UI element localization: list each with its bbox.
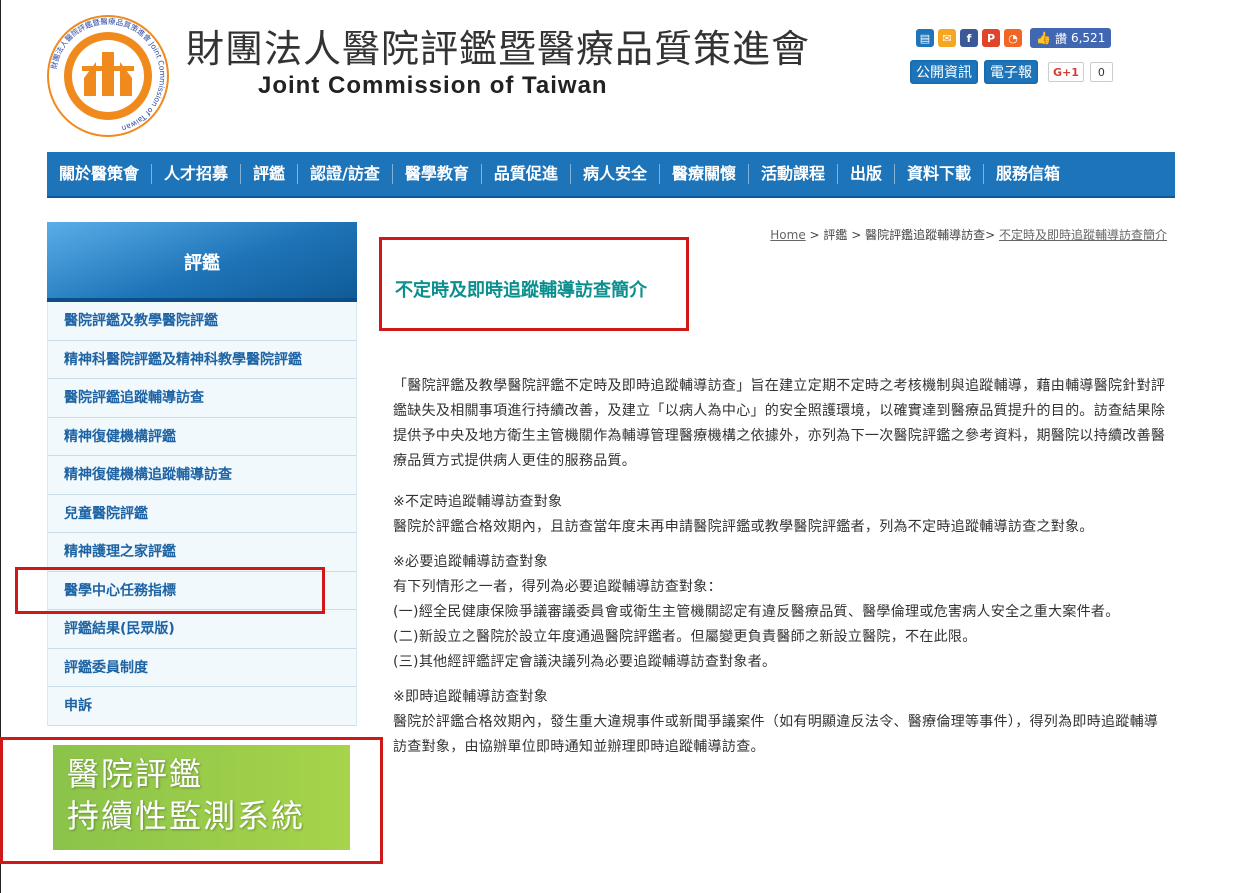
nav-mailbox[interactable]: 服務信箱 <box>984 164 1072 184</box>
breadcrumb-accreditation[interactable]: 評鑑 <box>823 228 847 242</box>
nav-accreditation[interactable]: 評鑑 <box>241 164 299 184</box>
social-bar: ▤ ✉ f P ◔ 👍 讚 6,521 <box>916 28 1112 48</box>
nav-certification[interactable]: 認證/訪查 <box>298 164 393 184</box>
public-info-button[interactable]: 公開資訊 <box>910 60 978 84</box>
section-required-item-3: (三)其他經評鑑評定會議決議列為必要追蹤輔導訪查對象者。 <box>393 654 777 670</box>
nav-quality[interactable]: 品質促進 <box>482 164 571 184</box>
nav-medical-education[interactable]: 醫學教育 <box>393 164 482 184</box>
sidebar-title: 評鑑 <box>47 222 357 302</box>
sidebar-item-children-hospital[interactable]: 兒童醫院評鑑 <box>48 495 356 533</box>
section-required-heading: ※必要追蹤輔導訪查對象 <box>393 554 549 570</box>
breadcrumb-sep: > <box>847 228 866 242</box>
sidebar-item-psychiatric-accreditation[interactable]: 精神科醫院評鑑及精神科教學醫院評鑑 <box>48 341 356 379</box>
org-name-en: Joint Commission of Taiwan <box>258 72 608 99</box>
intro-paragraph: 「醫院評鑑及教學醫院評鑑不定時及即時追蹤輔導訪查」旨在建立定期不定時之考核機制與… <box>393 378 1166 469</box>
nav-downloads[interactable]: 資料下載 <box>895 164 985 184</box>
nav-about[interactable]: 關於醫策會 <box>47 164 153 184</box>
sidebar-item-hospital-accreditation[interactable]: 醫院評鑑及教學醫院評鑑 <box>48 302 356 341</box>
plurk-icon[interactable]: P <box>982 29 1000 47</box>
breadcrumb-sep: > <box>805 228 824 242</box>
facebook-icon[interactable]: f <box>960 29 978 47</box>
section-unscheduled: ※不定時追蹤輔導訪查對象 醫院於評鑑合格效期內，且訪查當年度未再申請醫院評鑑或教… <box>393 490 1171 540</box>
nav-medical-care[interactable]: 醫療關懷 <box>660 164 749 184</box>
sidebar-item-surveyor-system[interactable]: 評鑑委員制度 <box>48 649 356 687</box>
facebook-like-button[interactable]: 👍 讚 6,521 <box>1030 28 1112 48</box>
epaper-button[interactable]: 電子報 <box>984 60 1038 84</box>
like-count: 6,521 <box>1070 31 1106 45</box>
jct-logo[interactable]: 財團法人醫院評鑑暨醫療品質策進會 Joint Commission of Tai… <box>44 14 172 138</box>
sidebar-menu: 醫院評鑑及教學醫院評鑑 精神科醫院評鑑及精神科教學醫院評鑑 醫院評鑑追蹤輔導訪查… <box>47 302 357 726</box>
section-immediate-body: 醫院於評鑑合格效期內，發生重大違規事件或新聞爭議案件（如有明顯違反法令、醫療倫理… <box>393 714 1159 755</box>
nav-careers[interactable]: 人才招募 <box>152 164 242 184</box>
page-left-border <box>0 0 1 893</box>
section-required: ※必要追蹤輔導訪查對象 有下列情形之一者，得列為必要追蹤輔導訪查對象： (一)經… <box>393 550 1171 675</box>
monitoring-system-banner[interactable]: 醫院評鑑 持續性監測系統 <box>53 745 350 850</box>
page-title: 不定時及即時追蹤輔導訪查簡介 <box>395 280 647 301</box>
banner-line-2: 持續性監測系統 <box>67 797 306 835</box>
nav-publications[interactable]: 出版 <box>838 164 895 184</box>
breadcrumb: Home > 評鑑 > 醫院評鑑追蹤輔導訪查> 不定時及即時追蹤輔導訪查簡介 <box>770 226 1167 243</box>
nav-events[interactable]: 活動課程 <box>749 164 838 184</box>
rss-icon[interactable]: ◔ <box>1004 29 1022 47</box>
section-required-item-1: (一)經全民健康保險爭議審議委員會或衛生主管機關認定有違反醫療品質、醫學倫理或危… <box>393 604 1120 620</box>
thumbs-up-icon: 👍 <box>1036 31 1051 45</box>
section-required-item-2: (二)新設立之醫院於設立年度通過醫院評鑑者。但屬變更負責醫師之新設立醫院，不在此… <box>393 629 977 645</box>
sidebar-item-psych-nursing-home[interactable]: 精神護理之家評鑑 <box>48 533 356 572</box>
google-plus-count: 0 <box>1089 62 1113 82</box>
header-links: 公開資訊 電子報 G+1 0 <box>910 60 1113 84</box>
sidebar: 評鑑 醫院評鑑及教學醫院評鑑 精神科醫院評鑑及精神科教學醫院評鑑 醫院評鑑追蹤輔… <box>47 222 357 726</box>
like-label: 讚 <box>1054 31 1067 46</box>
section-immediate-heading: ※即時追蹤輔導訪查對象 <box>393 689 549 705</box>
sidebar-item-results-public[interactable]: 評鑑結果(民眾版) <box>48 610 356 649</box>
sidebar-item-followup-visit[interactable]: 醫院評鑑追蹤輔導訪查 <box>48 379 356 418</box>
print-icon[interactable]: ▤ <box>916 29 934 47</box>
banner-line-1: 醫院評鑑 <box>67 755 204 793</box>
mail-icon[interactable]: ✉ <box>938 29 956 47</box>
section-required-lead: 有下列情形之一者，得列為必要追蹤輔導訪查對象： <box>393 579 722 595</box>
breadcrumb-home[interactable]: Home <box>770 228 805 242</box>
sidebar-item-medical-center-indicators[interactable]: 醫學中心任務指標 <box>48 572 356 610</box>
main-content: 「醫院評鑑及教學醫院評鑑不定時及即時追蹤輔導訪查」旨在建立定期不定時之考核機制與… <box>393 374 1171 776</box>
sidebar-item-psych-rehab-followup[interactable]: 精神復健機構追蹤輔導訪查 <box>48 456 356 495</box>
main-nav: 關於醫策會 人才招募 評鑑 認證/訪查 醫學教育 品質促進 病人安全 醫療關懷 … <box>47 152 1175 198</box>
sidebar-item-appeal[interactable]: 申訴 <box>48 687 356 726</box>
sidebar-item-psych-rehab-accreditation[interactable]: 精神復健機構評鑑 <box>48 418 356 456</box>
breadcrumb-current[interactable]: 不定時及即時追蹤輔導訪查簡介 <box>999 228 1167 242</box>
breadcrumb-followup[interactable]: 醫院評鑑追蹤輔導訪查 <box>865 228 985 242</box>
breadcrumb-sep: > <box>985 228 999 242</box>
google-plus-button[interactable]: G+1 <box>1048 62 1084 82</box>
nav-patient-safety[interactable]: 病人安全 <box>571 164 660 184</box>
section-immediate: ※即時追蹤輔導訪查對象 醫院於評鑑合格效期內，發生重大違規事件或新聞爭議案件（如… <box>393 685 1171 760</box>
org-name-zh: 財團法人醫院評鑑暨醫療品質策進會 <box>186 27 811 71</box>
section-unscheduled-body: 醫院於評鑑合格效期內，且訪查當年度未再申請醫院評鑑或教學醫院評鑑者，列為不定時追… <box>393 519 1094 535</box>
section-unscheduled-heading: ※不定時追蹤輔導訪查對象 <box>393 494 563 510</box>
